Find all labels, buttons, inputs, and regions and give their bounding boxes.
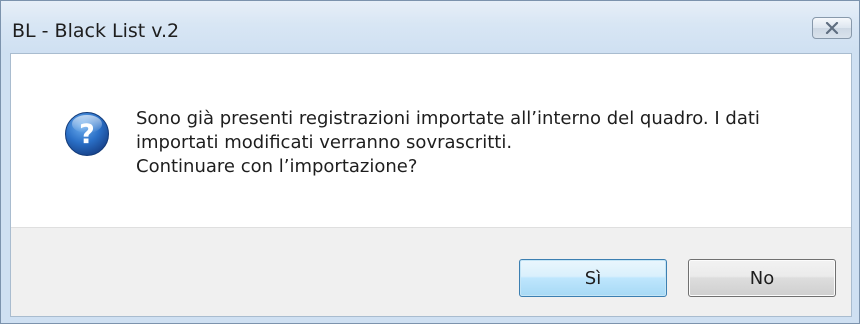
title-bar[interactable]: BL - Black List v.2 xyxy=(1,1,859,53)
message-line: importati modificati verranno sovrascrit… xyxy=(136,132,513,153)
message-line: Sono già presenti registrazioni importat… xyxy=(136,108,760,129)
dialog-body: ? Sono già presenti registrazioni import… xyxy=(10,53,852,317)
message-line: Continuare con l’importazione? xyxy=(136,156,418,177)
message-area: ? Sono già presenti registrazioni import… xyxy=(11,54,851,227)
message-dialog: BL - Black List v.2 ? Sono già presenti … xyxy=(0,0,860,324)
dialog-message: Sono già presenti registrazioni importat… xyxy=(136,107,836,179)
yes-button[interactable]: Sì xyxy=(519,259,667,297)
window-title: BL - Black List v.2 xyxy=(12,20,180,42)
close-icon xyxy=(825,22,839,34)
no-button[interactable]: No xyxy=(688,259,836,297)
close-button[interactable] xyxy=(812,17,852,39)
question-icon: ? xyxy=(65,112,109,156)
question-glyph: ? xyxy=(79,119,95,150)
button-bar: Sì No xyxy=(11,227,851,316)
